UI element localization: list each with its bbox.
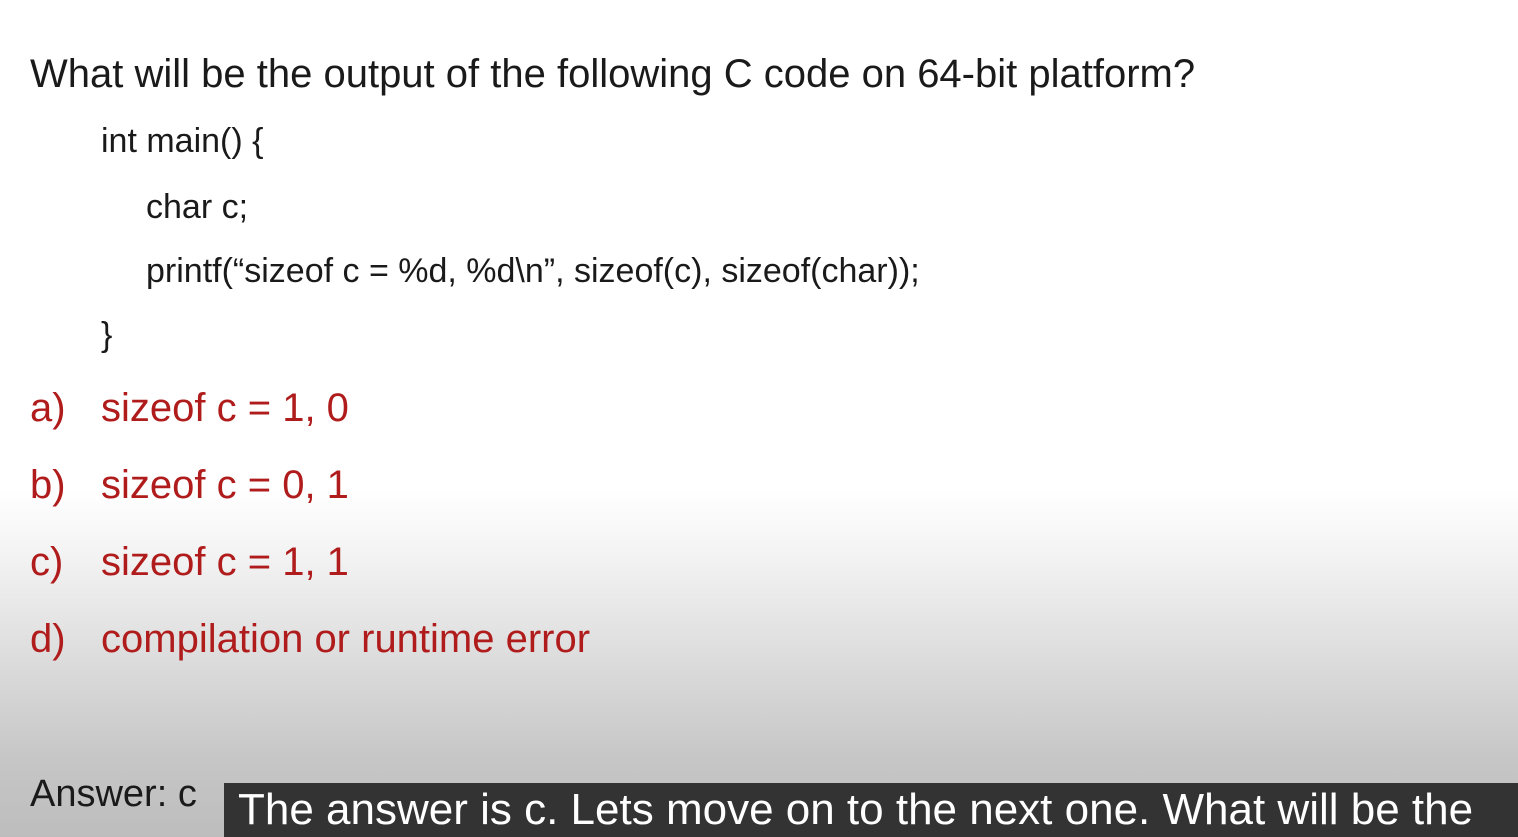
answer-text: Answer: c [30, 773, 197, 815]
caption-text: The answer is c. Lets move on to the nex… [238, 785, 1474, 834]
option-marker: b) [30, 463, 66, 507]
question-text: What will be the output of the following… [30, 52, 1196, 96]
code-line: printf(“sizeof c = %d, %d\n”, sizeof(c),… [146, 252, 920, 290]
option-text: sizeof c = 0, 1 [101, 463, 349, 507]
code-line: } [101, 316, 113, 354]
option-d: d) compilation or runtime error [30, 614, 590, 664]
option-text: sizeof c = 1, 0 [101, 386, 349, 430]
code-line: char c; [146, 188, 249, 226]
option-text: compilation or runtime error [101, 617, 591, 661]
caption-bar: The answer is c. Lets move on to the nex… [224, 783, 1518, 837]
option-a: a) sizeof c = 1, 0 [30, 383, 349, 433]
option-c: c) sizeof c = 1, 1 [30, 537, 349, 587]
option-b: b) sizeof c = 0, 1 [30, 460, 349, 510]
option-text: sizeof c = 1, 1 [101, 540, 349, 584]
code-line: int main() { [101, 122, 264, 160]
option-marker: c) [30, 540, 64, 584]
option-marker: d) [30, 617, 66, 661]
option-marker: a) [30, 386, 66, 430]
